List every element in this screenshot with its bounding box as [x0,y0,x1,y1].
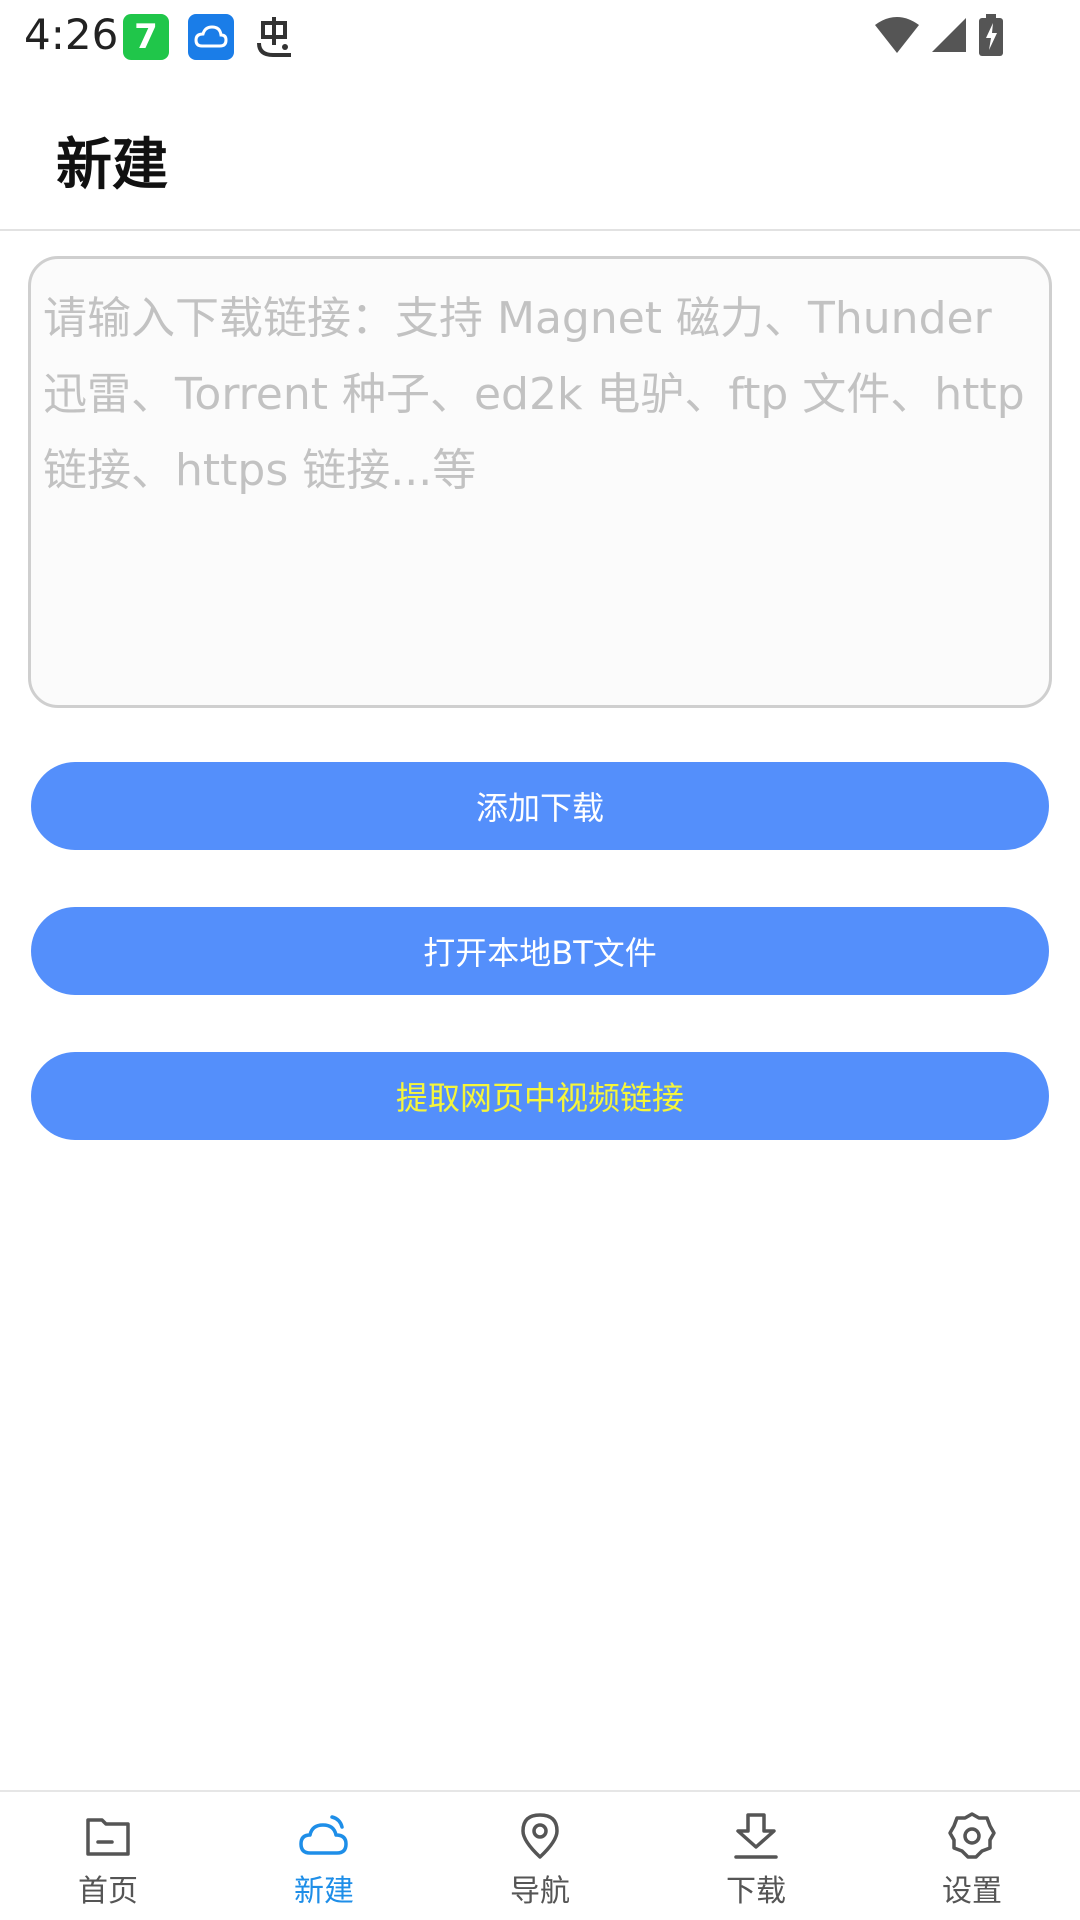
bottom-nav: 首页 新建 导航 下载 设置 [0,1790,1080,1920]
nav-item-new[interactable]: 新建 [216,1792,432,1920]
bug-app-icon [252,14,298,60]
nav-label-download: 下载 [726,1874,786,1909]
location-pin-icon [514,1810,566,1862]
nav-label-settings: 设置 [942,1874,1002,1909]
nav-label-new: 新建 [294,1874,354,1909]
nav-item-download[interactable]: 下载 [648,1792,864,1920]
nav-label-home: 首页 [78,1874,138,1909]
extract-video-link-button[interactable]: 提取网页中视频链接 [31,1052,1049,1140]
download-icon [730,1810,782,1862]
wifi-icon [874,15,920,59]
gear-icon [946,1810,998,1862]
status-right-icons [874,12,1004,62]
nav-label-navigate: 导航 [510,1874,570,1909]
cloud-app-icon [188,14,234,60]
status-bar: 4:26 7 [0,0,1080,76]
signal-icon [930,16,968,58]
status-time: 4:26 [24,10,119,59]
open-local-bt-button[interactable]: 打开本地BT文件 [31,907,1049,995]
nav-item-navigate[interactable]: 导航 [432,1792,648,1920]
nav-item-settings[interactable]: 设置 [864,1792,1080,1920]
folder-icon [82,1810,134,1862]
seven-app-icon: 7 [123,14,169,60]
nav-item-home[interactable]: 首页 [0,1792,216,1920]
battery-charging-icon [978,14,1004,60]
header: 新建 [0,76,1080,231]
cloud-icon [298,1810,350,1862]
add-download-button[interactable]: 添加下载 [31,762,1049,850]
download-link-input[interactable] [28,256,1052,708]
page-title: 新建 [56,133,168,198]
